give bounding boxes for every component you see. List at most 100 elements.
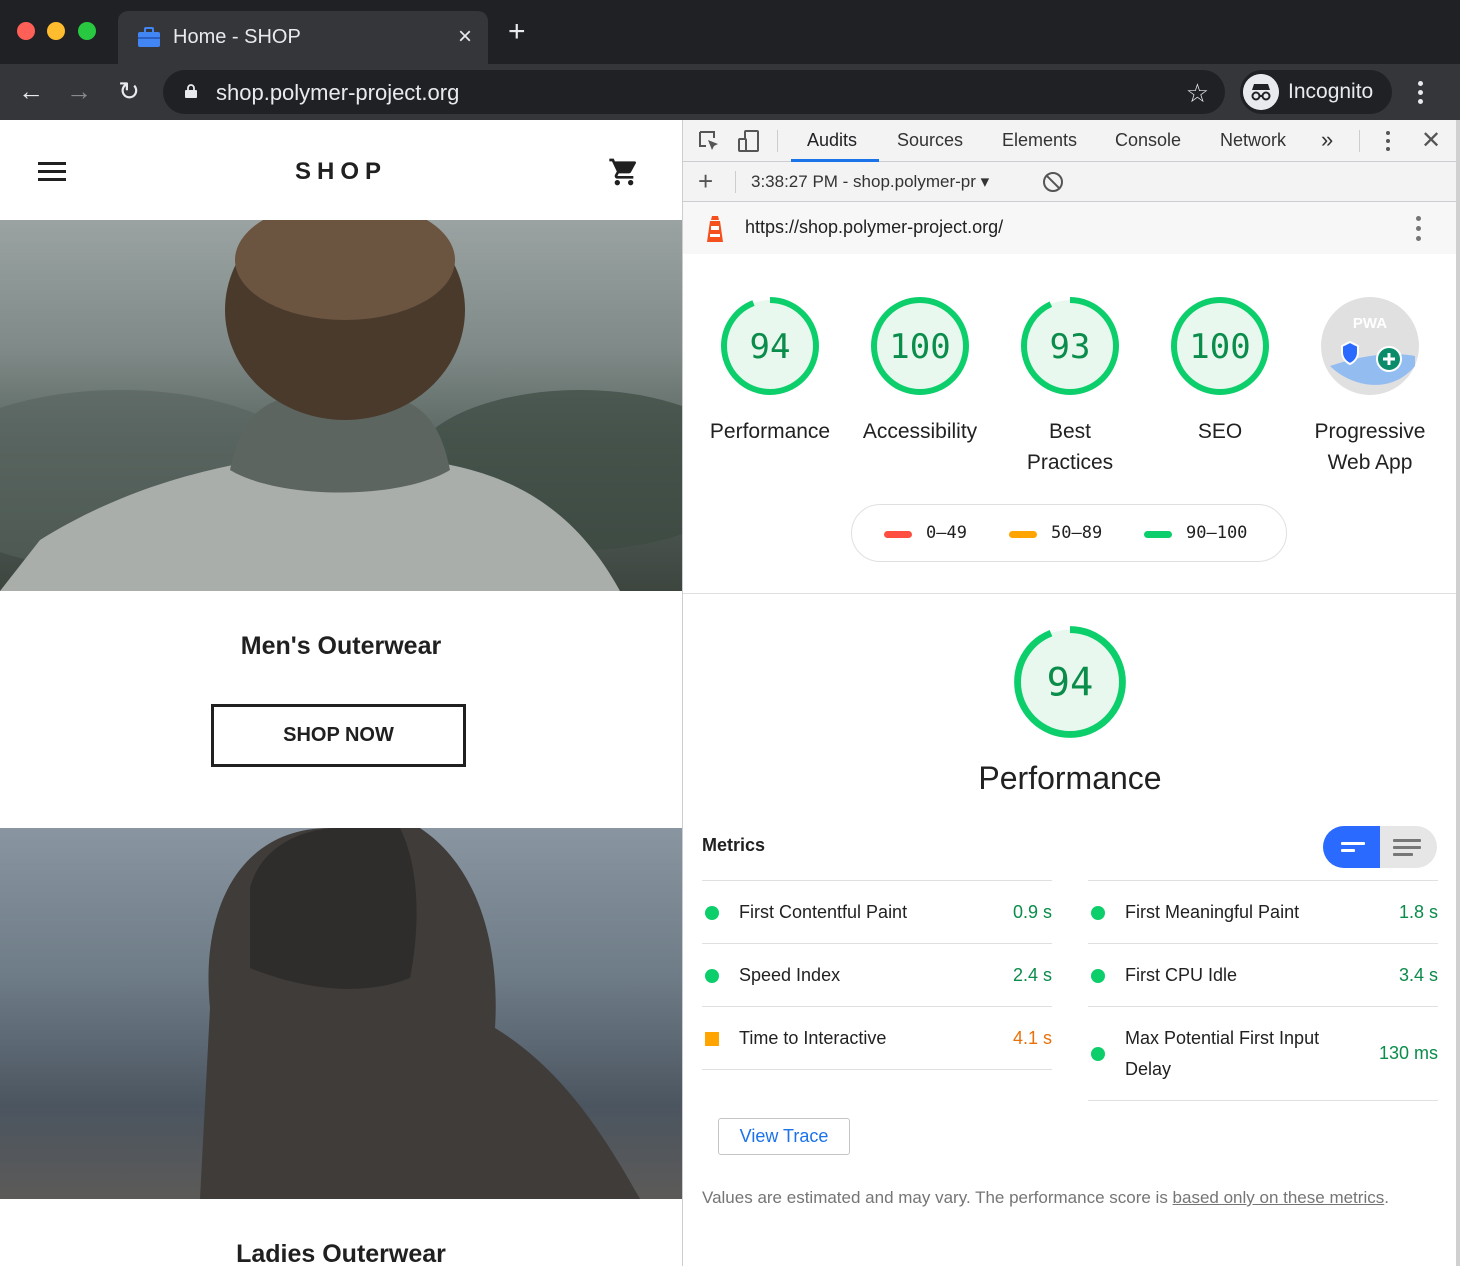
metric-value: 3.4 s xyxy=(1398,965,1438,985)
report-url[interactable]: https://shop.polymer-project.org/ xyxy=(745,217,1003,238)
average-square-icon xyxy=(705,1032,719,1046)
devtools-tabbar: Audits Sources Elements Console Network … xyxy=(683,120,1456,162)
incognito-profile-button[interactable]: Incognito xyxy=(1240,70,1392,114)
score-value: 94 xyxy=(750,327,791,367)
category-title[interactable]: Ladies Outerwear xyxy=(0,1240,682,1266)
legend-swatch xyxy=(1009,531,1037,538)
tab-close-icon[interactable]: × xyxy=(458,23,472,51)
metric-row: Speed Index 2.4 s xyxy=(702,943,1052,1006)
performance-title: Performance xyxy=(978,760,1162,796)
shop-logo[interactable]: SHOP xyxy=(0,158,682,186)
tab-console[interactable]: Console xyxy=(1115,130,1181,151)
metric-row: First CPU Idle 3.4 s xyxy=(1088,943,1438,1006)
compact-view-button[interactable] xyxy=(1323,826,1380,868)
score-value: 100 xyxy=(889,327,950,367)
metric-name: Max Potential First Input Delay xyxy=(1125,1028,1320,1079)
gauge-label: Accessibility xyxy=(862,420,978,443)
back-icon[interactable]: ← xyxy=(16,76,46,106)
gauge-label: Progressive Web App xyxy=(1314,420,1426,474)
gauge-performance[interactable]: 94 Performance xyxy=(700,296,840,447)
shopping-cart-icon[interactable] xyxy=(608,156,640,188)
incognito-label: Incognito xyxy=(1288,80,1374,103)
metric-name: Time to Interactive xyxy=(739,1028,887,1048)
shop-page: SHOP Men's Outerwear SHOP NOW Ladies Out… xyxy=(0,120,682,1266)
bookmark-star-icon[interactable]: ☆ xyxy=(1186,78,1209,109)
metric-name: Speed Index xyxy=(739,965,841,985)
address-bar[interactable]: shop.polymer-project.org ☆ xyxy=(163,70,1225,114)
shop-favicon-icon xyxy=(138,27,160,47)
gauge-accessibility[interactable]: 100 Accessibility xyxy=(850,296,990,447)
tab-audits[interactable]: Audits xyxy=(807,130,857,151)
inspect-element-icon[interactable] xyxy=(697,129,721,153)
report-menu-icon[interactable] xyxy=(1413,216,1423,244)
tab-elements[interactable]: Elements xyxy=(1002,130,1077,151)
devtools-close-icon[interactable]: ✕ xyxy=(1421,126,1441,155)
score-gauge: 100 xyxy=(871,297,969,395)
pass-dot-icon xyxy=(705,906,719,920)
new-audit-icon[interactable]: + xyxy=(698,166,713,196)
metric-row: First Contentful Paint 0.9 s xyxy=(702,880,1052,943)
metric-name: First CPU Idle xyxy=(1125,965,1238,985)
score-gauge: 94 xyxy=(721,297,819,395)
device-toolbar-icon[interactable] xyxy=(737,129,761,153)
score-calculation-link[interactable]: based only on these metrics xyxy=(1173,1188,1385,1207)
metric-value: 0.9 s xyxy=(1012,902,1052,922)
clear-reports-icon[interactable] xyxy=(1043,172,1063,192)
window-zoom-button[interactable] xyxy=(78,22,96,40)
score-value: 94 xyxy=(1047,661,1094,706)
expanded-view-button[interactable] xyxy=(1380,826,1437,868)
window-minimize-button[interactable] xyxy=(47,22,65,40)
gauge-pwa[interactable]: PWA Progressive Web App xyxy=(1295,296,1445,478)
incognito-icon xyxy=(1243,74,1279,110)
performance-score-gauge: 94 xyxy=(1014,626,1126,738)
browser-tab[interactable]: Home - SHOP × xyxy=(118,11,488,64)
metric-value: 2.4 s xyxy=(1012,965,1052,985)
tab-network[interactable]: Network xyxy=(1220,130,1286,151)
score-gauge: 100 xyxy=(1171,297,1269,395)
report-selector[interactable]: 3:38:27 PM - shop.polymer-pr ▾ xyxy=(751,172,989,192)
devtools-menu-icon[interactable] xyxy=(1383,131,1393,153)
ladies-outerwear-image[interactable] xyxy=(0,828,682,1199)
gauge-label: Best Practices xyxy=(1026,420,1114,474)
tab-title: Home - SHOP xyxy=(173,26,301,48)
legend-fail: 0–49 xyxy=(884,523,967,543)
browser-toolbar: ← → ↻ shop.polymer-project.org ☆ Incogni… xyxy=(0,64,1460,120)
new-tab-button[interactable]: + xyxy=(508,17,526,47)
more-tabs-icon[interactable]: » xyxy=(1321,127,1333,153)
shop-header: SHOP xyxy=(0,120,682,220)
metric-value: 4.1 s xyxy=(1012,1028,1052,1048)
legend-swatch xyxy=(884,531,912,538)
metric-row: First Meaningful Paint 1.8 s xyxy=(1088,880,1438,943)
pass-dot-icon xyxy=(705,969,719,983)
pass-dot-icon xyxy=(1091,906,1105,920)
gauge-seo[interactable]: 100 SEO xyxy=(1150,296,1290,447)
score-legend: 0–49 50–89 90–100 xyxy=(851,504,1287,562)
category-title[interactable]: Men's Outerwear xyxy=(0,632,682,661)
url-text[interactable]: shop.polymer-project.org xyxy=(216,80,459,106)
reload-icon[interactable]: ↻ xyxy=(114,76,144,106)
legend-average: 50–89 xyxy=(1009,523,1102,543)
pwa-text: PWA xyxy=(1353,315,1387,332)
metric-row: Time to Interactive 4.1 s xyxy=(702,1006,1052,1069)
shop-now-button[interactable]: SHOP NOW xyxy=(211,704,466,767)
metric-name: First Meaningful Paint xyxy=(1125,902,1300,922)
window-close-button[interactable] xyxy=(17,22,35,40)
tab-sources[interactable]: Sources xyxy=(897,130,963,151)
performance-footnote: Values are estimated and may vary. The p… xyxy=(702,1188,1389,1207)
pwa-badge-icon: PWA xyxy=(1321,297,1419,395)
section-divider xyxy=(683,593,1456,594)
metrics-view-toggle[interactable] xyxy=(1323,826,1437,868)
gauge-label: Performance xyxy=(709,420,831,443)
mens-outerwear-image[interactable] xyxy=(0,220,682,591)
devtools-panel: Audits Sources Elements Console Network … xyxy=(682,120,1456,1266)
metric-value: 130 ms xyxy=(1378,1043,1438,1063)
forward-icon[interactable]: → xyxy=(64,76,94,106)
lock-icon xyxy=(185,84,197,98)
view-trace-button[interactable]: View Trace xyxy=(718,1118,850,1155)
browser-menu-icon[interactable] xyxy=(1410,78,1430,108)
score-value: 93 xyxy=(1050,327,1091,367)
window-edge xyxy=(1456,120,1460,1266)
gauge-best-practices[interactable]: 93 Best Practices xyxy=(1000,296,1140,478)
lighthouse-icon xyxy=(707,216,723,242)
metric-name: First Contentful Paint xyxy=(739,902,908,922)
